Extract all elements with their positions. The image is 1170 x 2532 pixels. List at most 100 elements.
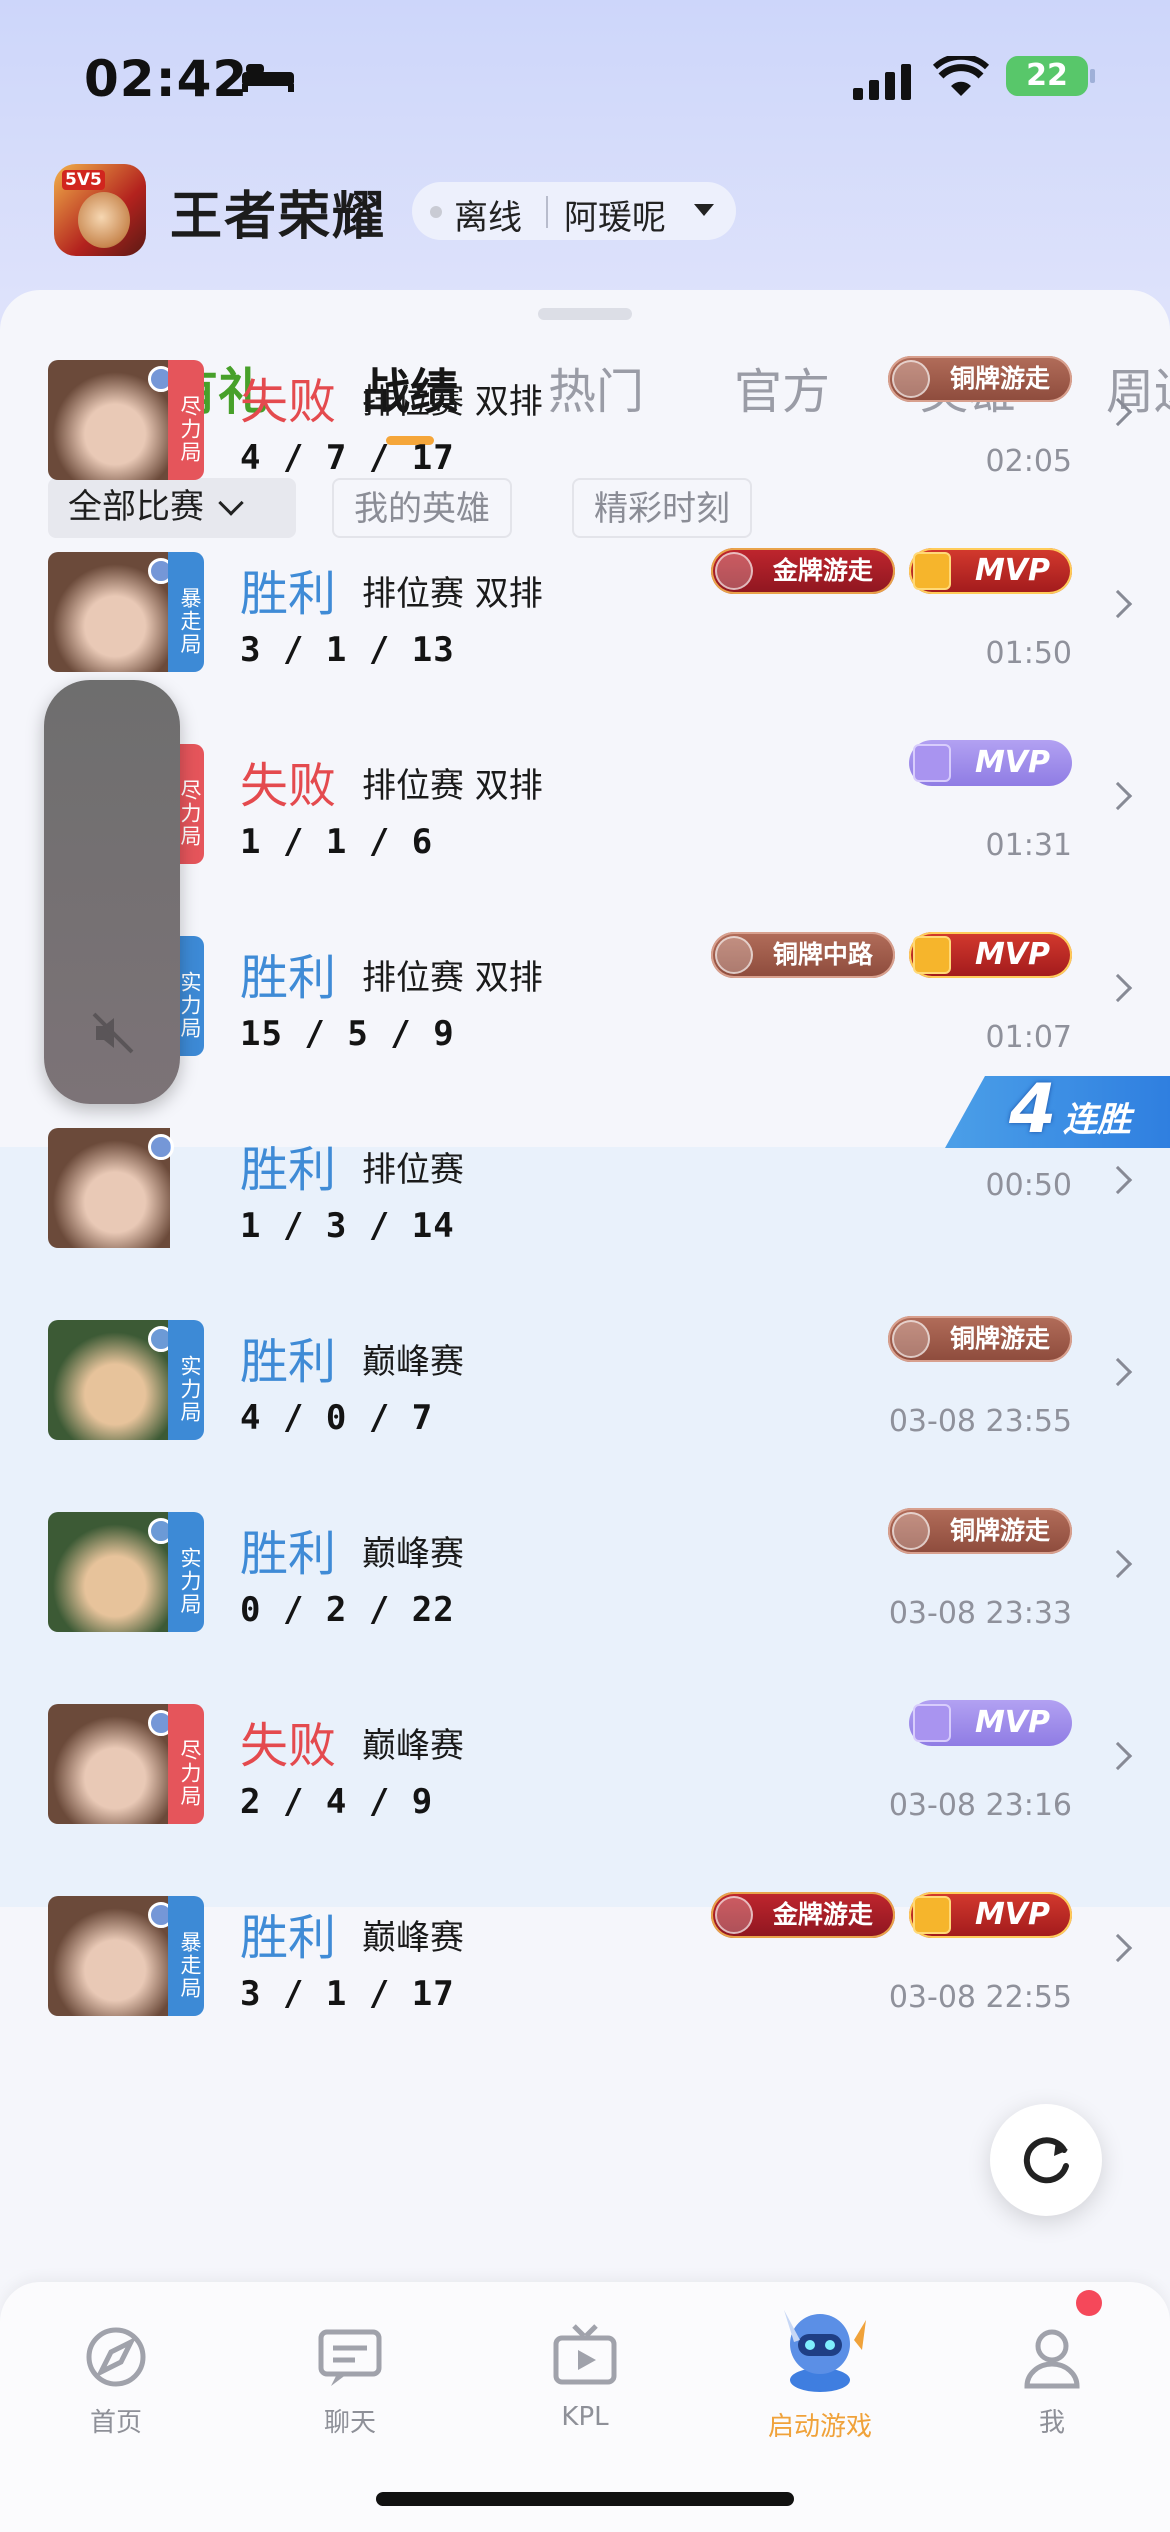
match-time: 01:50 xyxy=(985,636,1072,671)
mid-lane-icon xyxy=(714,936,753,974)
tabbar-me[interactable]: 我 xyxy=(972,2322,1132,2439)
tabbar-home-label: 首页 xyxy=(89,2408,142,2438)
badge-label: 铜牌游走 xyxy=(949,364,1050,393)
roam-emblem-icon xyxy=(891,360,930,398)
badge-label: 金牌游走 xyxy=(772,556,873,585)
tabbar-kpl-label: KPL xyxy=(561,2402,609,2432)
match-time: 00:50 xyxy=(985,1168,1072,1203)
badge-label: MVP xyxy=(974,553,1050,588)
match-badges: 铜牌中路 MVP xyxy=(710,932,1072,982)
chevron-right-icon xyxy=(1103,1549,1133,1579)
match-tier-tag: 实力局 xyxy=(168,1320,204,1440)
profile-icon xyxy=(1024,2329,1080,2389)
hero-avatar: 尽力局 xyxy=(48,1704,204,1824)
trophy-icon xyxy=(912,744,951,782)
trophy-icon xyxy=(912,1896,951,1934)
match-result: 胜利 xyxy=(240,950,337,1006)
match-tier-tag: 实力局 xyxy=(168,1512,204,1632)
badge-label: MVP xyxy=(974,1897,1050,1932)
mvp-badge: MVP xyxy=(908,548,1072,594)
match-kda: 15 / 5 / 9 xyxy=(240,1014,455,1054)
match-row[interactable]: 暴走局 胜利 排位赛 双排 3 / 1 / 13 金牌游走 MVP 01:50 xyxy=(0,530,1170,722)
roam-emblem-icon xyxy=(891,1512,930,1550)
hero-avatar: 实力局 xyxy=(48,1512,204,1632)
trophy-icon xyxy=(912,552,951,590)
chevron-right-icon xyxy=(1103,397,1133,427)
match-result: 胜利 xyxy=(240,1142,337,1198)
app-icon-hero xyxy=(78,192,130,248)
app-icon-tag: 5V5 xyxy=(62,170,105,190)
match-mode: 巅峰赛 xyxy=(362,1534,464,1574)
chevron-right-icon xyxy=(1103,1165,1133,1195)
refresh-button[interactable] xyxy=(990,2104,1102,2216)
match-result: 失败 xyxy=(240,1718,337,1774)
match-badges: 金牌游走 MVP xyxy=(710,1892,1072,1942)
chat-icon xyxy=(318,2329,382,2386)
match-badges: 金牌游走 MVP xyxy=(710,548,1072,598)
mvp-badge: MVP xyxy=(908,1892,1072,1938)
match-mode: 排位赛 双排 xyxy=(362,382,543,422)
match-kda: 3 / 1 / 17 xyxy=(240,1974,455,2014)
position-badge: 金牌游走 xyxy=(710,548,895,594)
match-row[interactable]: 尽力局 失败 巅峰赛 2 / 4 / 9 MVP 03-08 23:16 xyxy=(0,1682,1170,1874)
mvp-badge: MVP xyxy=(908,932,1072,978)
match-mode: 排位赛 双排 xyxy=(362,958,543,998)
hero-avatar: 尽力局 xyxy=(48,360,204,480)
chevron-right-icon xyxy=(1103,973,1133,1003)
mvp-badge: MVP xyxy=(908,1700,1072,1746)
account-nickname: 阿瑗呢 xyxy=(564,198,666,238)
app-title: 王者荣耀 xyxy=(170,187,387,247)
tabbar-chat[interactable]: 聊天 xyxy=(270,2322,430,2439)
match-kda: 1 / 3 / 14 xyxy=(240,1206,455,1246)
match-kda: 2 / 4 / 9 xyxy=(240,1782,434,1822)
roam-emblem-icon xyxy=(714,552,753,590)
position-badge: 铜牌游走 xyxy=(887,1508,1072,1554)
match-time: 03-08 23:33 xyxy=(888,1596,1072,1631)
match-mode: 巅峰赛 xyxy=(362,1726,464,1766)
trophy-icon xyxy=(912,1704,951,1742)
offline-dot-icon xyxy=(430,206,442,218)
hero-avatar xyxy=(48,1128,204,1248)
match-kda: 4 / 7 / 17 xyxy=(240,438,455,478)
badge-label: 铜牌中路 xyxy=(772,940,873,969)
cellular-signal-icon xyxy=(853,64,911,100)
notification-dot xyxy=(1076,2290,1102,2316)
app-icon[interactable]: 5V5 xyxy=(54,164,146,256)
match-time: 03-08 23:16 xyxy=(888,1788,1072,1823)
caret-down-icon xyxy=(694,204,714,216)
match-tier-tag: 尽力局 xyxy=(168,1704,204,1824)
match-mode: 排位赛 xyxy=(362,1150,464,1190)
account-status-selector[interactable]: 离线 阿瑗呢 xyxy=(412,182,736,240)
streak-count: 4 xyxy=(1009,1070,1057,1149)
status-divider xyxy=(546,196,548,228)
position-badge: 铜牌中路 xyxy=(710,932,895,978)
trophy-icon xyxy=(912,936,951,974)
badge-label: MVP xyxy=(974,1705,1050,1740)
position-badge: 铜牌游走 xyxy=(887,356,1072,402)
badge-label: MVP xyxy=(974,937,1050,972)
status-time: 02:42 xyxy=(84,50,249,108)
match-mode: 巅峰赛 xyxy=(362,1918,464,1958)
volume-hud xyxy=(44,680,180,1104)
badge-label: 铜牌游走 xyxy=(949,1324,1050,1353)
match-time: 03-08 22:55 xyxy=(888,1980,1072,2015)
content-sheet: 春日有礼 战绩 热门 官方 英雄 周边 全部比赛 我的英雄 精彩时刻 尽力局失败… xyxy=(0,290,1170,2420)
tabbar-home[interactable]: 首页 xyxy=(36,2322,196,2439)
match-row[interactable]: 实力局 胜利 巅峰赛 4 / 0 / 7 铜牌游走 03-08 23:55 xyxy=(0,1298,1170,1490)
home-indicator[interactable] xyxy=(376,2492,794,2506)
hero-avatar: 暴走局 xyxy=(48,1896,204,2016)
tabbar-launch-game[interactable]: 启动游戏 xyxy=(740,2300,900,2443)
match-tier-tag: 尽力局 xyxy=(168,360,204,480)
badge-label: MVP xyxy=(974,745,1050,780)
mute-speaker-icon xyxy=(92,1012,134,1054)
battery-indicator: 22 xyxy=(1006,56,1088,96)
match-row[interactable]: 暴走局 胜利 巅峰赛 3 / 1 / 17 金牌游走 MVP 03-08 22:55 xyxy=(0,1874,1170,2066)
match-row[interactable]: 尽力局 失败 排位赛 双排 4 / 7 / 17 铜牌游走 02:05 xyxy=(0,338,1170,530)
match-row[interactable]: 实力局 胜利 巅峰赛 0 / 2 / 22 铜牌游走 03-08 23:33 xyxy=(0,1490,1170,1682)
tabbar-kpl[interactable]: KPL xyxy=(505,2322,665,2432)
sheet-drag-handle[interactable] xyxy=(538,308,632,320)
match-tier-tag: 暴走局 xyxy=(168,552,204,672)
tabbar-me-label: 我 xyxy=(1038,2408,1065,2438)
hero-avatar: 暴走局 xyxy=(48,552,204,672)
tv-play-icon xyxy=(553,2324,617,2385)
